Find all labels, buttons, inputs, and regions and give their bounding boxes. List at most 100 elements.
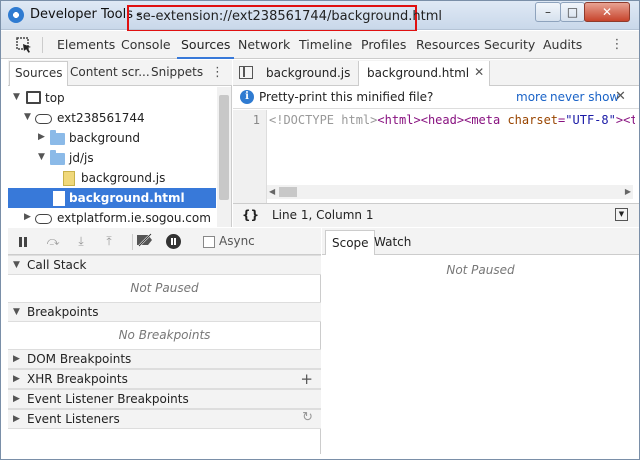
tab-timeline[interactable]: Timeline xyxy=(299,37,352,52)
section-breakpoints[interactable]: ▼ Breakpoints xyxy=(8,302,321,322)
infobar-more-link[interactable]: more xyxy=(516,90,547,104)
scope-tabs: Scope Watch xyxy=(322,228,639,255)
tree-item-ext238561744[interactable]: ▼ ext238561744 xyxy=(8,108,216,128)
code-line[interactable]: <!DOCTYPE html><html><head><meta charset… xyxy=(269,113,635,127)
section-event-listener-breakpoints[interactable]: ▶ Event Listener Breakpoints xyxy=(8,389,321,409)
collapsed-arrow-icon[interactable]: ▶ xyxy=(13,394,20,404)
minimize-button[interactable]: – xyxy=(535,2,561,22)
tree-item-label: jd/js xyxy=(69,151,94,165)
tree-item-background-html[interactable]: background.html xyxy=(8,188,216,208)
folder-icon xyxy=(50,150,65,165)
step-over-icon[interactable]: ⤼ xyxy=(44,233,62,250)
navigator-tab-sources[interactable]: Sources xyxy=(9,61,69,86)
expanded-arrow-icon[interactable]: ▼ xyxy=(13,307,20,317)
tree-item-label: background.js xyxy=(81,171,166,185)
code-html-tag: <html> xyxy=(377,113,421,127)
step-out-icon[interactable]: ⤒ xyxy=(100,233,118,250)
tree-item-background-js[interactable]: background.js xyxy=(8,168,216,188)
collapsed-arrow-icon[interactable]: ▶ xyxy=(38,132,45,142)
cloud-icon xyxy=(35,214,52,224)
navigator-scrollbar[interactable] xyxy=(217,87,231,227)
scope-empty-text: Not Paused xyxy=(446,263,515,277)
tab-resources[interactable]: Resources xyxy=(416,37,480,52)
editor-tabs: background.js background.html ✕ xyxy=(233,60,639,86)
section-dom-breakpoints[interactable]: ▶ DOM Breakpoints xyxy=(8,349,321,369)
folder-icon xyxy=(50,130,65,145)
section-title: Event Listeners xyxy=(27,412,120,426)
tab-security[interactable]: Security xyxy=(484,37,535,52)
window-title-url: se-extension://ext238561744/background.h… xyxy=(127,5,442,32)
more-options-icon[interactable]: ⋮ xyxy=(610,38,624,52)
tab-scope[interactable]: Scope xyxy=(325,230,375,255)
app-icon xyxy=(8,7,24,23)
editor-horizontal-scrollbar[interactable]: ◀ ▶ xyxy=(267,185,633,199)
tab-profiles[interactable]: Profiles xyxy=(361,37,406,52)
breakpoints-empty-text: No Breakpoints xyxy=(118,328,211,342)
tab-network[interactable]: Network xyxy=(238,37,290,52)
close-tab-icon[interactable]: ✕ xyxy=(474,65,484,79)
step-into-icon[interactable]: ⤓ xyxy=(72,233,90,250)
section-title: Call Stack xyxy=(27,258,87,272)
section-xhr-breakpoints[interactable]: ▶ XHR Breakpoints + xyxy=(8,369,321,389)
tree-item-label: extplatform.ie.sogou.com xyxy=(57,211,211,225)
toggle-debugger-icon[interactable]: ▼ xyxy=(615,208,628,221)
section-event-listeners[interactable]: ▶ Event Listeners ↻ xyxy=(8,409,321,429)
section-call-stack[interactable]: ▼ Call Stack xyxy=(8,255,321,275)
navigator-tab-snippets[interactable]: Snippets xyxy=(151,65,203,79)
expanded-arrow-icon[interactable]: ▼ xyxy=(24,112,31,122)
infobar-never-show-link[interactable]: never show xyxy=(550,90,619,104)
tree-item-background-folder[interactable]: ▶ background xyxy=(8,128,216,148)
navigator-pane: Sources Content scr... Snippets ⋮ ▼ top … xyxy=(8,60,232,227)
deactivate-breakpoints-icon[interactable] xyxy=(136,233,154,250)
section-title: DOM Breakpoints xyxy=(27,352,132,366)
tab-console[interactable]: Console xyxy=(121,37,171,52)
devtools-window: Developer Tools - se-extension://ext2385… xyxy=(0,0,640,460)
navigator-tab-content-scripts[interactable]: Content scr... xyxy=(70,65,150,79)
tree-item-top[interactable]: ▼ top xyxy=(8,88,216,108)
editor-tab-background-html[interactable]: background.html ✕ xyxy=(358,61,491,86)
pause-icon[interactable] xyxy=(14,233,32,250)
expanded-arrow-icon[interactable]: ▼ xyxy=(38,152,45,162)
editor-tab-background-js[interactable]: background.js xyxy=(266,66,350,80)
info-icon: i xyxy=(240,90,254,104)
pretty-print-button[interactable]: {} xyxy=(242,208,259,222)
tab-watch[interactable]: Watch xyxy=(374,235,411,249)
collapsed-arrow-icon[interactable]: ▶ xyxy=(13,354,20,364)
maximize-button[interactable]: □ xyxy=(560,2,585,22)
infobar-close-icon[interactable]: ✕ xyxy=(615,89,626,104)
scope-pane: Scope Watch Not Paused xyxy=(322,228,639,454)
scrollbar-thumb[interactable] xyxy=(219,95,229,200)
async-checkbox[interactable] xyxy=(203,236,215,248)
navigator-tabs: Sources Content scr... Snippets ⋮ xyxy=(8,60,232,86)
expanded-arrow-icon[interactable]: ▼ xyxy=(13,260,20,270)
code-attr-value: "UTF-8" xyxy=(565,113,616,127)
section-title: XHR Breakpoints xyxy=(27,372,128,386)
title-bar: Developer Tools - se-extension://ext2385… xyxy=(1,1,639,32)
tree-item-label: ext238561744 xyxy=(57,111,145,125)
code-attr-name: charset xyxy=(507,113,559,127)
collapsed-arrow-icon[interactable]: ▶ xyxy=(13,374,20,384)
scrollbar-thumb[interactable] xyxy=(279,187,297,197)
scroll-right-arrow-icon[interactable]: ▶ xyxy=(625,187,631,196)
tab-elements[interactable]: Elements xyxy=(57,37,115,52)
async-label: Async xyxy=(219,234,255,248)
collapsed-arrow-icon[interactable]: ▶ xyxy=(13,414,20,424)
expanded-arrow-icon[interactable]: ▼ xyxy=(13,92,20,102)
infobar-message: Pretty-print this minified file? xyxy=(259,90,434,104)
tab-sources[interactable]: Sources xyxy=(176,37,235,59)
tab-audits[interactable]: Audits xyxy=(543,37,582,52)
cloud-icon xyxy=(35,114,52,124)
refresh-icon[interactable]: ↻ xyxy=(302,410,313,425)
tree-item-jd-js[interactable]: ▼ jd/js xyxy=(8,148,216,168)
tree-item-extplatform[interactable]: ▶ extplatform.ie.sogou.com xyxy=(8,208,216,228)
navigator-more-icon[interactable]: ⋮ xyxy=(211,65,224,80)
inspect-element-icon[interactable] xyxy=(16,37,32,53)
collapsed-arrow-icon[interactable]: ▶ xyxy=(24,212,31,222)
pause-on-exceptions-icon[interactable] xyxy=(166,234,181,249)
frame-icon xyxy=(26,91,41,104)
close-button[interactable]: ✕ xyxy=(584,2,630,22)
toggle-navigator-icon[interactable] xyxy=(239,66,253,79)
add-icon[interactable]: + xyxy=(300,370,313,388)
editor-pane: background.js background.html ✕ i Pretty… xyxy=(233,60,639,227)
scroll-left-arrow-icon[interactable]: ◀ xyxy=(269,187,275,196)
